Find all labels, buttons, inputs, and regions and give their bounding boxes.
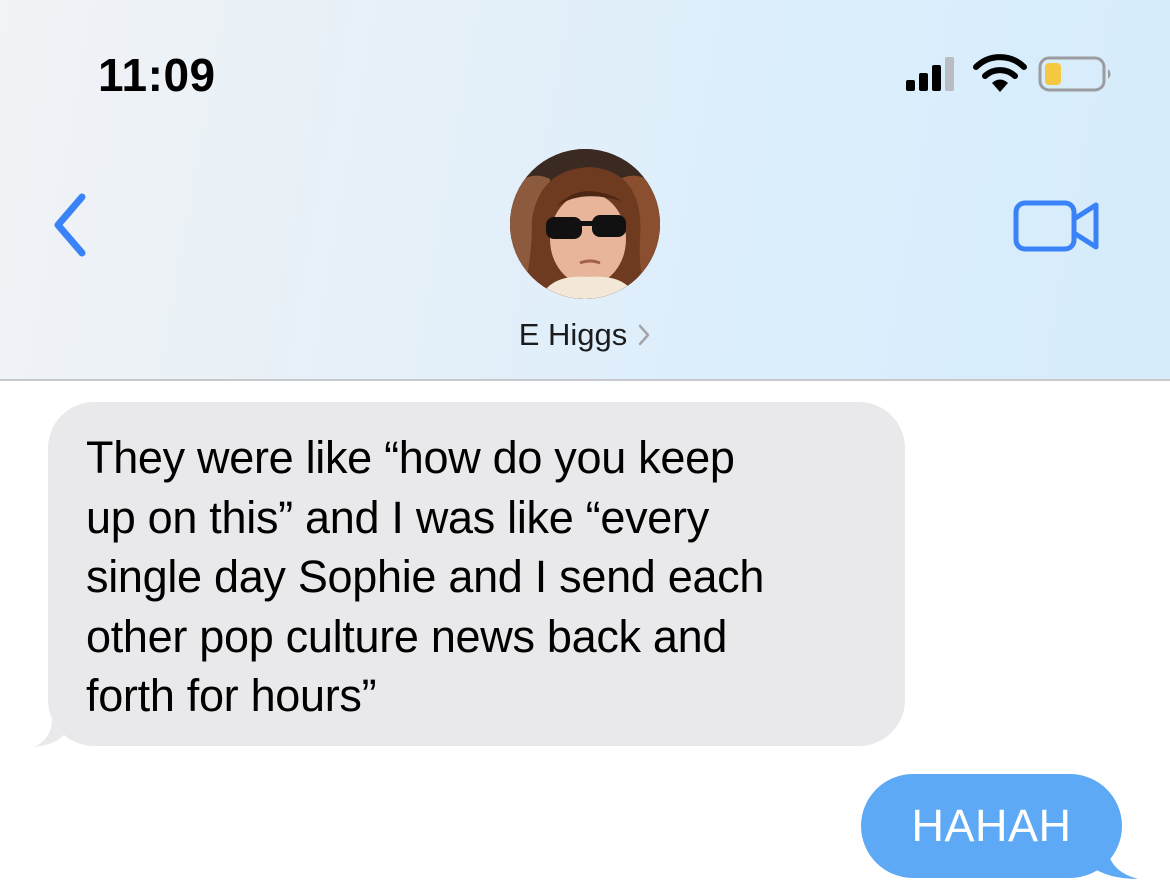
status-time: 11:09 [98, 49, 216, 101]
chevron-left-icon [54, 193, 86, 257]
messages-screen: 11:09 E Higgs They were like “how do you… [0, 0, 1170, 882]
battery-icon [1038, 56, 1111, 92]
message-line: up on this” and I was like “every [86, 491, 709, 543]
message-line: forth for hours” [86, 670, 377, 721]
message-text: HAHAH [911, 800, 1072, 851]
facetime-video-button[interactable] [1010, 195, 1106, 257]
message-line: They were like “how do you keep [86, 432, 735, 483]
message-line: single day Sophie and I send each [86, 551, 765, 602]
contact-info-button[interactable]: E Higgs [0, 312, 1170, 358]
back-button[interactable] [40, 185, 100, 265]
avatar-photo [510, 149, 660, 299]
wifi-icon [973, 54, 1027, 92]
contact-avatar[interactable] [510, 149, 660, 299]
message-line: other pop culture news back and [86, 610, 728, 662]
contact-name: E Higgs [518, 317, 628, 352]
video-camera-icon [1013, 200, 1099, 252]
cell-signal-icon [906, 57, 954, 91]
outgoing-message-bubble[interactable]: HAHAH [861, 774, 1122, 878]
incoming-message-bubble[interactable]: They were like “how do you keep up on th… [48, 402, 905, 746]
conversation-header: 11:09 E Higgs [0, 0, 1170, 381]
chevron-right-icon [639, 324, 650, 346]
